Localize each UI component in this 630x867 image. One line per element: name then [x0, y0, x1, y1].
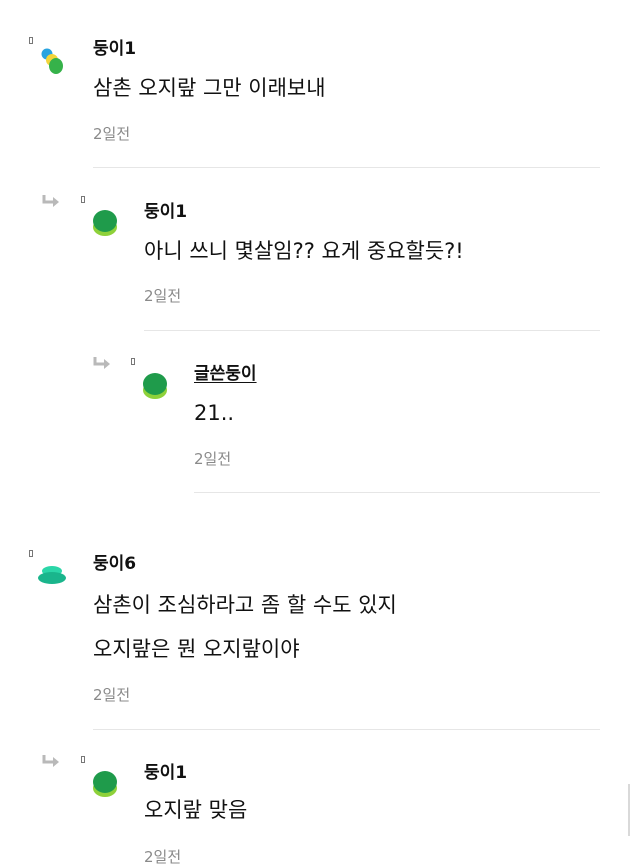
- avatar-teal-stack-icon[interactable]: [38, 565, 66, 595]
- comment-author[interactable]: 둥이1: [144, 758, 187, 783]
- report-flag-icon[interactable]: [81, 196, 85, 203]
- comment-divider: [194, 492, 600, 493]
- comment-timestamp: 2일전: [93, 125, 131, 143]
- report-flag-icon[interactable]: [29, 37, 33, 44]
- report-flag-icon[interactable]: [81, 756, 85, 763]
- avatar-green-icon[interactable]: [141, 371, 169, 401]
- report-flag-icon[interactable]: [131, 358, 135, 365]
- reply-arrow-icon: [42, 755, 59, 767]
- comment-divider: [93, 729, 600, 730]
- comment-author[interactable]: 둥이1: [93, 34, 136, 59]
- comment-divider: [144, 330, 600, 331]
- comment-text-line: 삼촌이 조심하라고 좀 할 수도 있지: [93, 593, 397, 617]
- comment-timestamp: 2일전: [144, 848, 182, 866]
- comment-author-link[interactable]: 글쓴둥이: [194, 359, 257, 384]
- comment-text-line: 삼촌 오지랖 그만 이래보내: [93, 76, 326, 100]
- comment-text-line: 오지랖 맞음: [144, 798, 248, 822]
- comment-divider: [93, 167, 600, 168]
- avatar-green-icon[interactable]: [91, 208, 119, 238]
- comment-timestamp: 2일전: [194, 450, 232, 468]
- reply-arrow-icon: [93, 357, 110, 369]
- comment-author[interactable]: 둥이6: [93, 549, 136, 574]
- avatar-multicolor-icon[interactable]: [38, 46, 66, 76]
- reply-arrow-icon: [42, 195, 59, 207]
- avatar-green-icon[interactable]: [91, 769, 119, 799]
- comment-text-line: 오지랖은 뭔 오지랖이야: [93, 637, 300, 661]
- report-flag-icon[interactable]: [29, 550, 33, 557]
- comment-author[interactable]: 둥이1: [144, 197, 187, 222]
- comment-text-line: 아니 쓰니 몇살임?? 요게 중요할듯?!: [144, 239, 464, 263]
- comment-text-line: 21..: [194, 401, 235, 425]
- comment-timestamp: 2일전: [93, 686, 131, 704]
- comment-timestamp: 2일전: [144, 287, 182, 305]
